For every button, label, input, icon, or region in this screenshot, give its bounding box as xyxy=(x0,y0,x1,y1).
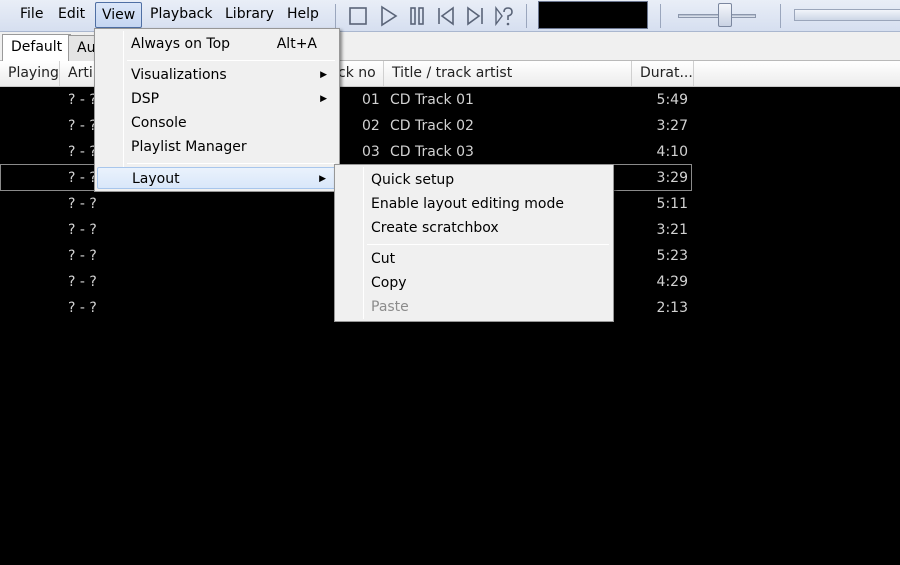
row-duration: 4:29 xyxy=(656,274,688,290)
visualization-display xyxy=(538,1,648,29)
seek-bar[interactable] xyxy=(794,9,900,21)
layout-submenu: Quick setup Enable layout editing mode C… xyxy=(334,164,614,322)
volume-slider[interactable] xyxy=(678,14,756,18)
column-title[interactable]: Title / track artist xyxy=(384,61,632,86)
row-artist: ? - ? xyxy=(68,118,97,134)
row-artist: ? - ? xyxy=(68,274,97,290)
menu-item-label: Create scratchbox xyxy=(371,220,499,236)
submenu-arrow-icon: ▶ xyxy=(319,174,326,184)
row-duration: 2:13 xyxy=(656,300,688,316)
menu-item-shortcut: Alt+A xyxy=(276,36,317,52)
menu-item-console[interactable]: Console xyxy=(97,112,337,134)
row-duration: 3:27 xyxy=(656,118,688,134)
menu-item-playlist-manager[interactable]: Playlist Manager xyxy=(97,136,337,158)
menu-item-create-scratchbox[interactable]: Create scratchbox xyxy=(337,217,611,239)
menu-item-quick-setup[interactable]: Quick setup xyxy=(337,169,611,191)
row-track-no: 02 xyxy=(362,118,380,134)
random-icon[interactable] xyxy=(491,3,517,29)
submenu-arrow-icon: ▶ xyxy=(320,70,327,80)
row-artist: ? - ? xyxy=(68,248,97,264)
previous-icon[interactable] xyxy=(433,3,459,29)
menu-edit[interactable]: Edit xyxy=(52,2,91,28)
submenu-arrow-icon: ▶ xyxy=(320,94,327,104)
menu-item-label: Quick setup xyxy=(371,172,455,188)
menu-item-label: Enable layout editing mode xyxy=(371,196,564,212)
toolbar-separator xyxy=(780,4,781,28)
menu-separator xyxy=(367,244,609,245)
menu-playback[interactable]: Playback xyxy=(144,2,218,28)
menu-item-paste: Paste xyxy=(337,296,611,318)
row-duration: 5:49 xyxy=(656,92,688,108)
menu-view[interactable]: View xyxy=(95,2,143,28)
row-duration: 5:11 xyxy=(656,196,688,212)
row-track-no: 03 xyxy=(362,144,380,160)
row-duration: 5:23 xyxy=(656,248,688,264)
row-artist: ? - ? xyxy=(68,170,97,186)
menu-item-label: DSP xyxy=(131,91,160,107)
menu-item-label: Cut xyxy=(371,251,396,267)
menu-item-cut[interactable]: Cut xyxy=(337,248,611,270)
menu-item-dsp[interactable]: DSP ▶ xyxy=(97,88,337,110)
view-menu: Always on Top Alt+A Visualizations ▶ DSP… xyxy=(94,28,340,192)
toolbar-separator xyxy=(526,4,527,28)
menu-item-enable-layout-editing[interactable]: Enable layout editing mode xyxy=(337,193,611,215)
row-duration: 3:29 xyxy=(656,170,688,186)
tab-default[interactable]: Default xyxy=(2,34,72,62)
menu-item-label: Always on Top xyxy=(131,36,231,52)
menu-help[interactable]: Help xyxy=(281,2,325,28)
menu-item-label: Playlist Manager xyxy=(131,139,247,155)
row-artist: ? - ? xyxy=(68,300,97,316)
column-playing[interactable]: Playing xyxy=(0,61,60,86)
menu-separator xyxy=(127,163,335,164)
menu-item-copy[interactable]: Copy xyxy=(337,272,611,294)
row-title: CD Track 01 xyxy=(390,92,474,108)
column-duration[interactable]: Durat... xyxy=(632,61,694,86)
row-artist: ? - ? xyxy=(68,144,97,160)
menu-item-label: Copy xyxy=(371,275,407,291)
next-icon[interactable] xyxy=(462,3,488,29)
menu-item-label: Layout xyxy=(132,171,180,187)
menu-item-always-on-top[interactable]: Always on Top Alt+A xyxy=(97,33,337,55)
row-artist: ? - ? xyxy=(68,92,97,108)
row-track-no: 01 xyxy=(362,92,380,108)
menu-item-label: Visualizations xyxy=(131,67,227,83)
menu-separator xyxy=(127,60,335,61)
menu-item-label: Paste xyxy=(371,299,409,315)
row-artist: ? - ? xyxy=(68,196,97,212)
menu-library[interactable]: Library xyxy=(219,2,280,28)
toolbar-separator xyxy=(335,4,336,28)
row-duration: 3:21 xyxy=(656,222,688,238)
row-duration: 4:10 xyxy=(656,144,688,160)
volume-slider-handle[interactable] xyxy=(718,3,732,27)
menu-item-label: Console xyxy=(131,115,187,131)
menu-item-layout[interactable]: Layout ▶ xyxy=(97,167,337,189)
toolbar-separator xyxy=(660,4,661,28)
play-icon[interactable] xyxy=(375,3,401,29)
row-title: CD Track 02 xyxy=(390,118,474,134)
menu-file[interactable]: File xyxy=(14,2,49,28)
menu-item-visualizations[interactable]: Visualizations ▶ xyxy=(97,64,337,86)
stop-icon[interactable] xyxy=(345,3,371,29)
pause-icon[interactable] xyxy=(404,3,430,29)
row-artist: ? - ? xyxy=(68,222,97,238)
row-title: CD Track 03 xyxy=(390,144,474,160)
